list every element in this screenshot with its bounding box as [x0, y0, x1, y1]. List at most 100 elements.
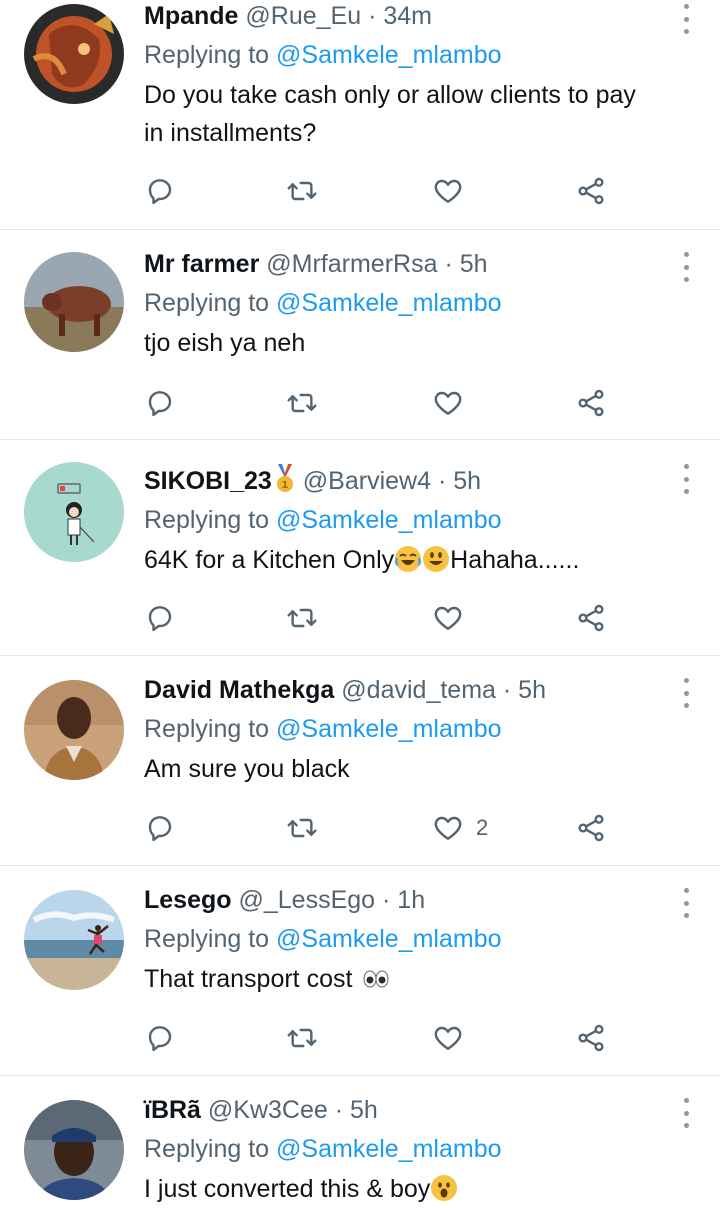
reply-button[interactable] — [144, 385, 176, 421]
grinning-emoji-icon — [423, 546, 450, 572]
tweet[interactable]: Lesego @_LessEgo · 1h Replying to @Samke… — [0, 866, 720, 1076]
user-handle[interactable]: @_LessEgo — [238, 886, 375, 914]
retweet-button[interactable] — [286, 1020, 318, 1056]
like-button[interactable] — [432, 173, 476, 209]
tweet-text: That transport cost — [144, 960, 660, 998]
mention-link[interactable]: @Samkele_mlambo — [276, 506, 501, 534]
share-button[interactable] — [575, 600, 607, 636]
display-name[interactable]: David Mathekga — [144, 676, 334, 704]
tweet[interactable]: Mr farmer @MrfarmerRsa · 5h Replying to … — [0, 230, 720, 440]
user-handle[interactable]: @Kw3Cee — [208, 1096, 328, 1124]
tweet-text: tjo eish ya neh — [144, 329, 306, 357]
mention-link[interactable]: @Samkele_mlambo — [276, 1135, 501, 1163]
tweet-text-start: 64K for a Kitchen Only — [144, 546, 395, 574]
timestamp[interactable]: 5h — [350, 1096, 378, 1124]
user-handle[interactable]: @david_tema — [341, 676, 496, 704]
like-button[interactable]: 2 — [432, 810, 488, 846]
reply-button[interactable] — [144, 600, 176, 636]
tweet[interactable]: SIKOBI_23 1 @Barview4 · 5h Replying to @S… — [0, 440, 720, 656]
more-icon[interactable] — [682, 464, 690, 494]
retweet-button[interactable] — [286, 810, 318, 846]
display-name[interactable]: Lesego — [144, 886, 232, 914]
display-name[interactable]: Mpande — [144, 2, 238, 30]
tweet-text: Am sure you black — [144, 755, 350, 783]
tweet[interactable]: Mpande @Rue_Eu · 34m Replying to @Samkel… — [0, 0, 720, 230]
more-icon[interactable] — [682, 4, 690, 34]
replying-to-label: Replying to — [144, 41, 270, 69]
replying-to-label: Replying to — [144, 289, 270, 317]
display-name[interactable]: SIKOBI_23 — [144, 467, 272, 495]
avatar[interactable] — [24, 890, 124, 990]
mention-link[interactable]: @Samkele_mlambo — [276, 925, 501, 953]
retweet-button[interactable] — [286, 600, 318, 636]
reply-button[interactable] — [144, 173, 176, 209]
display-name[interactable]: Mr farmer — [144, 250, 259, 278]
timestamp[interactable]: 5h — [460, 250, 488, 278]
separator-dot: · — [444, 250, 453, 278]
timestamp[interactable]: 34m — [383, 2, 432, 30]
user-handle[interactable]: @MrfarmerRsa — [266, 250, 437, 278]
avatar[interactable] — [24, 680, 124, 780]
reply-icon — [144, 812, 176, 844]
replying-to: Replying to @Samkele_mlambo — [144, 922, 660, 956]
user-handle[interactable]: @Rue_Eu — [245, 2, 361, 30]
tweet-actions — [144, 600, 614, 636]
separator-dot: · — [437, 467, 447, 495]
avatar[interactable] — [24, 462, 124, 562]
replying-to-label: Replying to — [144, 1135, 270, 1163]
share-button[interactable] — [575, 1020, 607, 1056]
svg-text:1: 1 — [281, 480, 288, 491]
timestamp[interactable]: 1h — [397, 886, 425, 914]
reply-button[interactable] — [144, 810, 176, 846]
separator-dot: · — [368, 2, 377, 30]
tweet-text: Do you take cash only or allow clients t… — [144, 81, 636, 147]
reply-icon — [144, 602, 176, 634]
mention-link[interactable]: @Samkele_mlambo — [276, 715, 501, 743]
timestamp[interactable]: 5h — [453, 467, 481, 495]
display-name[interactable]: ïBRã — [144, 1096, 201, 1124]
retweet-button[interactable] — [286, 385, 318, 421]
like-button[interactable] — [432, 1020, 476, 1056]
replying-to-label: Replying to — [144, 506, 270, 534]
mention-link[interactable]: @Samkele_mlambo — [276, 41, 501, 69]
user-handle[interactable]: @Barview4 — [303, 467, 431, 495]
heart-icon — [432, 1022, 464, 1054]
like-button[interactable] — [432, 385, 476, 421]
share-button[interactable] — [575, 173, 607, 209]
tweet-text: 64K for a Kitchen Only Hahaha...... — [144, 541, 660, 579]
avatar[interactable] — [24, 252, 124, 352]
tweet-text-start: I just converted this & boy — [144, 1175, 431, 1203]
heart-icon — [432, 812, 464, 844]
tweet-actions — [144, 1020, 614, 1056]
share-icon — [575, 602, 607, 634]
avatar[interactable] — [24, 4, 124, 104]
separator-dot: · — [382, 886, 391, 914]
more-icon[interactable] — [682, 252, 690, 282]
tweet-text-start: That transport cost — [144, 965, 353, 993]
more-icon[interactable] — [682, 1098, 690, 1128]
tweet-text-end: Hahaha...... — [450, 546, 580, 574]
reply-icon — [144, 175, 176, 207]
reply-button[interactable] — [144, 1020, 176, 1056]
like-count: 2 — [476, 815, 489, 840]
laughing-emoji-icon — [395, 546, 422, 572]
tweet[interactable]: David Mathekga @david_tema · 5h Replying… — [0, 656, 720, 866]
retweet-button[interactable] — [286, 173, 318, 209]
replying-to: Replying to @Samkele_mlambo — [144, 38, 660, 72]
heart-icon — [432, 175, 464, 207]
tweet[interactable]: ïBRã @Kw3Cee · 5h Replying to @Samkele_m… — [0, 1076, 720, 1207]
share-button[interactable] — [575, 385, 607, 421]
tweet-actions — [144, 173, 614, 209]
share-icon — [575, 175, 607, 207]
heart-icon — [432, 602, 464, 634]
avatar[interactable] — [24, 1100, 124, 1200]
more-icon[interactable] — [682, 888, 690, 918]
mention-link[interactable]: @Samkele_mlambo — [276, 289, 501, 317]
replying-to: Replying to @Samkele_mlambo — [144, 712, 660, 746]
like-button[interactable] — [432, 600, 476, 636]
more-icon[interactable] — [682, 678, 690, 708]
tweet-actions: 2 — [144, 810, 614, 846]
retweet-icon — [286, 387, 318, 419]
share-button[interactable] — [575, 810, 607, 846]
timestamp[interactable]: 5h — [518, 676, 546, 704]
